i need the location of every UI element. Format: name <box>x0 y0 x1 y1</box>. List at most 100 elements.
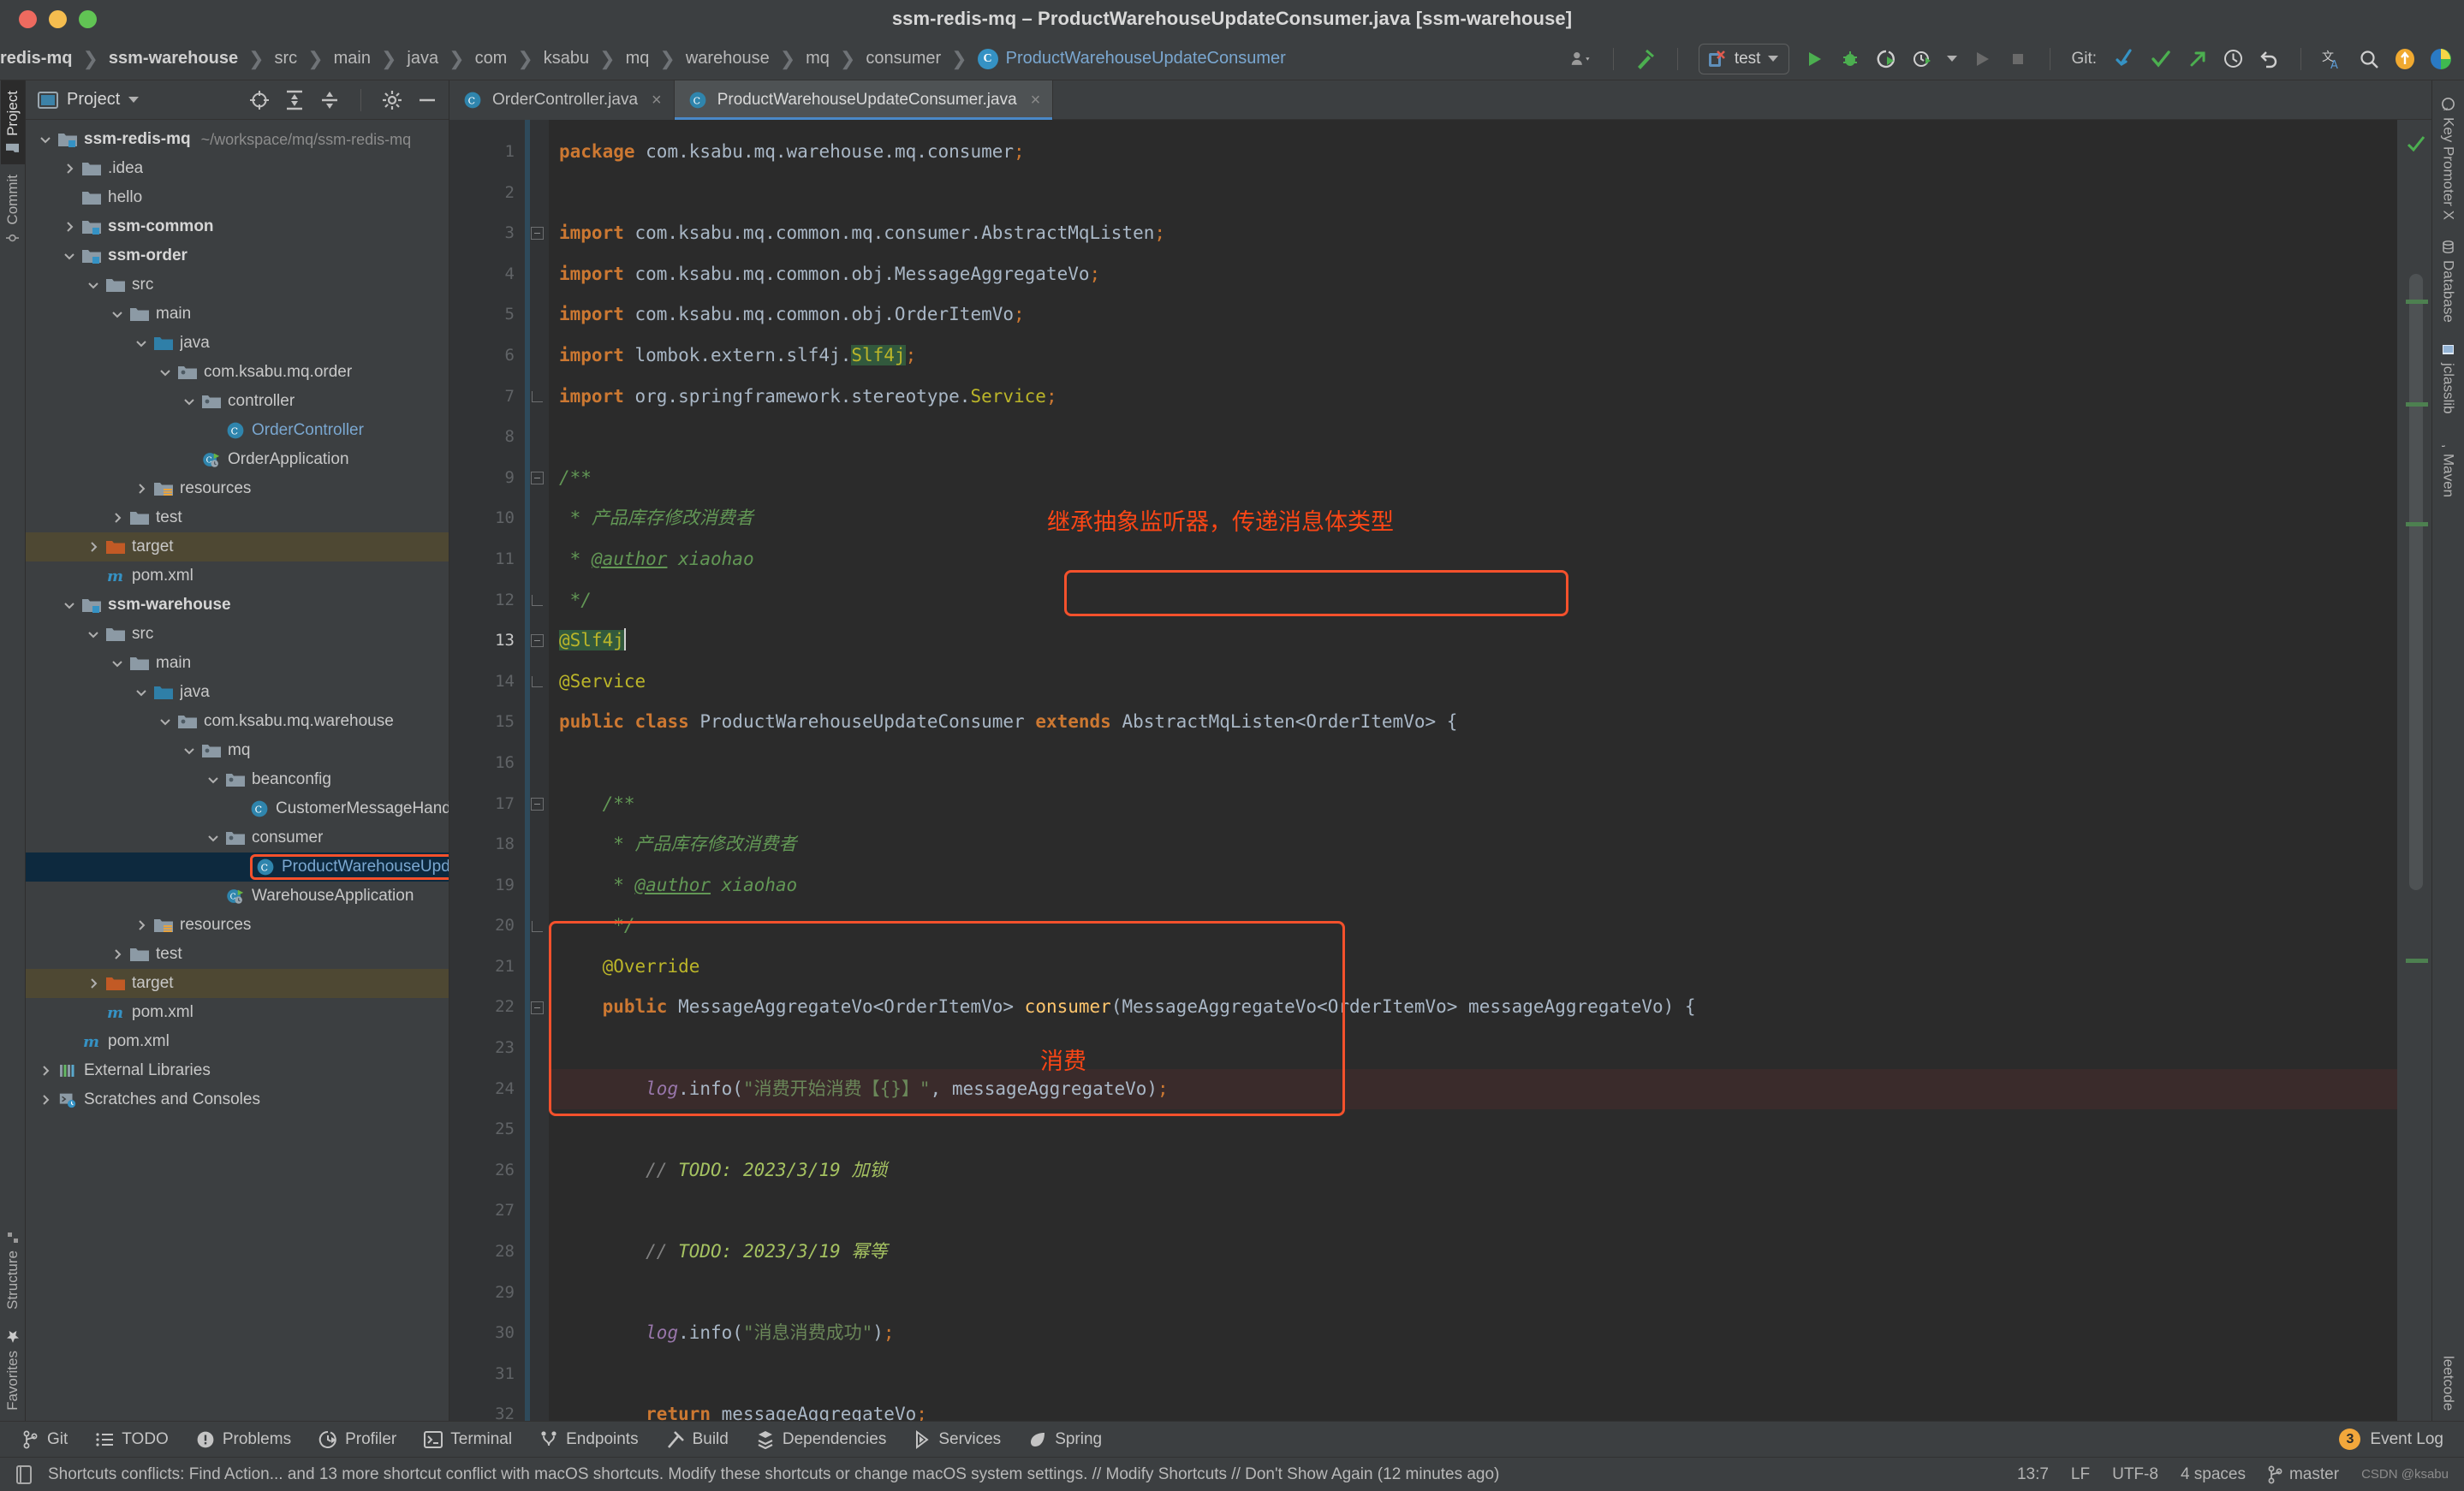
code-line[interactable]: import com.ksabu.mq.common.obj.MessageAg… <box>549 254 2397 295</box>
tree-node-scratches-and-consoles[interactable]: Scratches and Consoles <box>26 1085 449 1114</box>
chevron-down-icon[interactable] <box>110 656 125 671</box>
code-line[interactable]: log.info("消息消费成功"); <box>549 1313 2397 1354</box>
locate-icon[interactable] <box>248 89 271 111</box>
chevron-down-icon[interactable] <box>38 132 53 147</box>
line-number[interactable]: 24 <box>449 1069 566 1110</box>
chevron-right-icon[interactable] <box>62 219 77 235</box>
tree-node-orderapplication[interactable]: C OrderApplication <box>26 445 449 474</box>
chevron-right-icon[interactable] <box>134 918 149 933</box>
code-line[interactable] <box>549 417 2397 458</box>
sidebar-item-key-promoter-x[interactable]: X Key Promoter X <box>2436 87 2461 230</box>
tree-node-main[interactable]: main <box>26 300 449 329</box>
tree-node-src[interactable]: src <box>26 620 449 649</box>
line-number[interactable]: 14 <box>449 662 525 703</box>
tree-node-main[interactable]: main <box>26 649 449 678</box>
code-line[interactable]: public MessageAggregateVo<OrderItemVo> c… <box>549 987 2397 1028</box>
fold-collapse-icon[interactable] <box>530 472 544 485</box>
tool-window-button-services[interactable]: Services <box>914 1429 1018 1449</box>
ide-feature-icon[interactable] <box>2430 48 2452 70</box>
event-log-button[interactable]: 3 Event Log <box>2339 1429 2464 1450</box>
chevron-down-icon[interactable] <box>110 306 125 322</box>
breadcrumb-item[interactable]: redis-mq <box>0 49 72 68</box>
debug-icon[interactable] <box>1839 48 1861 70</box>
line-number[interactable]: 13 <box>449 621 525 662</box>
breadcrumb-item[interactable]: java <box>407 49 438 68</box>
tree-node-pom-xml[interactable]: m pom.xml <box>26 998 449 1027</box>
code-line[interactable]: @Override <box>549 947 2397 988</box>
sidebar-item-project[interactable]: Project <box>0 80 25 164</box>
code-line[interactable]: @Service <box>549 662 2397 703</box>
collapse-all-icon[interactable] <box>318 89 341 111</box>
fold-region[interactable] <box>525 120 549 1421</box>
code-line[interactable]: // TODO: 2023/3/19 加锁 <box>549 1150 2397 1191</box>
tree-node--idea[interactable]: .idea <box>26 154 449 183</box>
line-number[interactable]: 18 <box>449 824 525 865</box>
editor-scrollbar-markers[interactable] <box>2397 120 2431 1421</box>
code-line[interactable]: log.info("消费开始消费【{}】", messageAggregateV… <box>549 1068 2397 1110</box>
code-line[interactable]: * 产品库存修改消费者 <box>549 824 2397 865</box>
line-number[interactable]: 29 <box>449 1273 525 1314</box>
close-icon[interactable]: × <box>652 91 662 110</box>
code-line[interactable]: */ <box>549 906 2397 947</box>
chevron-down-icon[interactable] <box>62 597 77 613</box>
breadcrumb-item[interactable]: ssm-warehouse <box>109 49 238 68</box>
indent-setting[interactable]: 4 spaces <box>2181 1465 2246 1484</box>
editor-tab-ordercontroller-java[interactable]: C OrderController.java × <box>449 80 675 120</box>
line-number[interactable]: 2 <box>449 173 525 214</box>
sidebar-item-favorites[interactable]: Favorites <box>1 1320 25 1421</box>
code-line[interactable]: * 产品库存修改消费者 <box>549 498 2397 539</box>
tree-node-ssm-common[interactable]: ssm-common <box>26 212 449 241</box>
line-number[interactable]: 5 <box>449 294 525 336</box>
line-number[interactable]: 6 <box>449 336 525 377</box>
caret-position[interactable]: 13:7 <box>2017 1465 2049 1484</box>
tree-node-mq[interactable]: mq <box>26 736 449 765</box>
tree-node-src[interactable]: src <box>26 270 449 300</box>
fold-end-icon[interactable] <box>531 594 543 606</box>
tree-node-ssm-warehouse[interactable]: ssm-warehouse <box>26 591 449 620</box>
code-line[interactable]: return messageAggregateVo; <box>549 1394 2397 1421</box>
tree-node-external-libraries[interactable]: External Libraries <box>26 1056 449 1085</box>
tool-window-button-todo[interactable]: TODO <box>95 1430 186 1449</box>
tree-node-resources[interactable]: resources <box>26 911 449 940</box>
fold-collapse-icon[interactable] <box>530 227 544 241</box>
chevron-down-icon[interactable] <box>158 714 173 729</box>
breadcrumb-item[interactable]: mq <box>806 49 830 68</box>
chevron-down-icon[interactable] <box>205 830 221 846</box>
tool-window-button-spring[interactable]: Spring <box>1028 1430 1119 1449</box>
tool-window-button-problems[interactable]: Problems <box>196 1430 308 1449</box>
git-push-icon[interactable] <box>2186 48 2208 70</box>
tree-node-java[interactable]: java <box>26 329 449 358</box>
line-separator[interactable]: LF <box>2071 1465 2090 1484</box>
line-number[interactable]: 23 <box>449 1028 525 1069</box>
sidebar-item-commit[interactable]: Commit <box>1 164 25 255</box>
settings-gear-icon[interactable] <box>381 89 403 111</box>
fold-end-icon[interactable] <box>531 920 543 932</box>
chevron-right-icon[interactable] <box>38 1063 53 1078</box>
fold-end-icon[interactable] <box>531 390 543 402</box>
chevron-right-icon[interactable] <box>62 161 77 176</box>
vertical-scrollbar-thumb[interactable] <box>2409 274 2423 890</box>
code-line[interactable] <box>549 1354 2397 1395</box>
chevron-right-icon[interactable] <box>110 947 125 962</box>
code-line[interactable] <box>549 1028 2397 1069</box>
breadcrumb-item[interactable]: consumer <box>866 49 941 68</box>
line-number[interactable]: 25 <box>449 1109 525 1150</box>
code-content[interactable]: package com.ksabu.mq.warehouse.mq.consum… <box>549 120 2397 1421</box>
code-line[interactable] <box>549 743 2397 784</box>
profile-icon[interactable] <box>1911 48 1933 70</box>
line-number[interactable]: 21 <box>449 947 525 988</box>
fold-collapse-icon[interactable] <box>530 1001 544 1014</box>
translate-icon[interactable]: 文A <box>2322 48 2344 70</box>
fold-collapse-icon[interactable] <box>530 797 544 811</box>
tree-node-warehouseapplication[interactable]: C WarehouseApplication <box>26 882 449 911</box>
tree-node-com-ksabu-mq-warehouse[interactable]: com.ksabu.mq.warehouse <box>26 707 449 736</box>
tree-node-pom-xml[interactable]: m pom.xml <box>26 561 449 591</box>
code-line[interactable]: /** <box>549 784 2397 825</box>
project-tree[interactable]: ssm-redis-mq ~/workspace/mq/ssm-redis-mq.… <box>26 120 449 1421</box>
chevron-down-icon[interactable] <box>62 248 77 264</box>
chevron-down-icon[interactable] <box>134 336 149 351</box>
line-number[interactable]: 10 <box>449 498 525 539</box>
hide-icon[interactable] <box>416 89 438 111</box>
line-number[interactable]: 26 <box>449 1150 525 1191</box>
tree-node-test[interactable]: test <box>26 503 449 532</box>
